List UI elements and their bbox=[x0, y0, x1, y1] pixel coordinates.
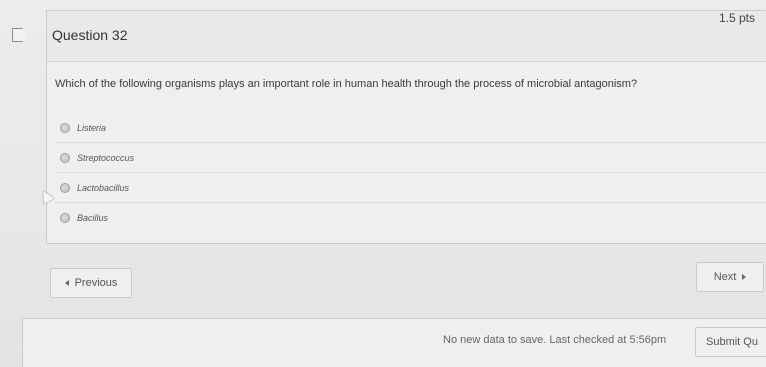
radio-button[interactable] bbox=[60, 122, 70, 133]
answer-option[interactable]: Streptococcus bbox=[55, 142, 766, 172]
answer-label: Streptococcus bbox=[77, 152, 135, 163]
radio-button[interactable] bbox=[60, 182, 70, 193]
question-prompt: Which of the following organisms plays a… bbox=[55, 78, 638, 90]
quiz-footer: No new data to save. Last checked at 5:5… bbox=[22, 318, 766, 367]
answer-option[interactable]: Lactobacillus bbox=[55, 172, 766, 202]
question-header: Question 32 1.5 pts bbox=[47, 11, 766, 62]
previous-label: Previous bbox=[74, 277, 118, 289]
radio-button[interactable] bbox=[60, 212, 70, 223]
question-points: 1.5 pts bbox=[718, 11, 755, 25]
caret-left-icon bbox=[64, 280, 69, 286]
answer-label: Listeria bbox=[77, 122, 107, 133]
flag-question-icon[interactable] bbox=[12, 28, 27, 42]
answer-option[interactable]: Listeria bbox=[55, 113, 766, 142]
answer-option[interactable]: Bacillus bbox=[55, 202, 766, 232]
answer-list: Listeria Streptococcus Lactobacillus Bac… bbox=[55, 113, 766, 232]
submit-quiz-button[interactable]: Submit Qu bbox=[695, 327, 766, 357]
radio-button[interactable] bbox=[60, 152, 70, 163]
next-button[interactable]: Next bbox=[696, 262, 764, 292]
question-title: Question 32 bbox=[52, 27, 128, 43]
next-label: Next bbox=[713, 271, 737, 283]
answer-label: Lactobacillus bbox=[77, 182, 130, 193]
previous-button[interactable]: Previous bbox=[50, 268, 132, 298]
caret-right-icon bbox=[742, 274, 747, 280]
question-card: Question 32 1.5 pts Which of the followi… bbox=[46, 10, 766, 244]
save-status: No new data to save. Last checked at 5:5… bbox=[443, 334, 667, 346]
answer-label: Bacillus bbox=[77, 212, 109, 223]
quiz-page: Question 32 1.5 pts Which of the followi… bbox=[0, 0, 766, 367]
